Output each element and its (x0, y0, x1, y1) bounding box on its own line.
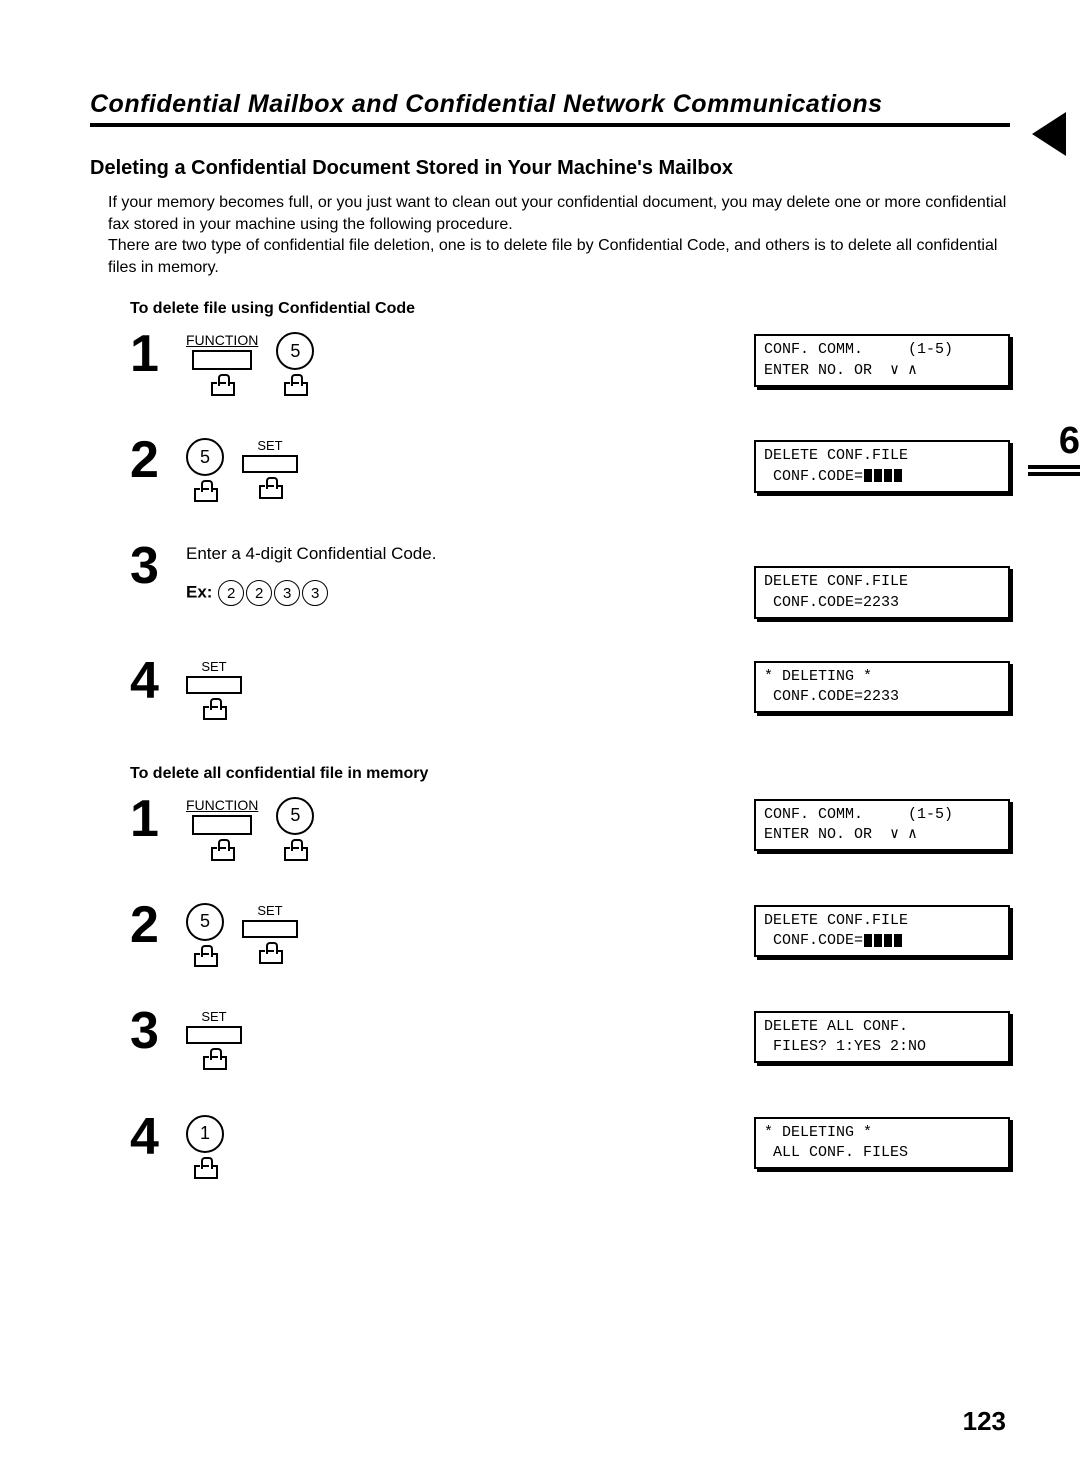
set-key: SET (186, 659, 242, 720)
press-icon (201, 1048, 227, 1070)
proc-a-step-4: 4 SET * DELETING * CONF.CODE=2233 (130, 655, 1010, 725)
step-number: 2 (130, 899, 186, 951)
step-number: 3 (130, 540, 186, 592)
step-number: 2 (130, 434, 186, 486)
proc-a-step-3: 3 Enter a 4-digit Confidential Code. Ex:… (130, 540, 1010, 619)
step-number: 1 (130, 328, 186, 380)
chapter-tab: 6 (1028, 420, 1080, 476)
step-number: 3 (130, 1005, 186, 1057)
press-icon (209, 839, 235, 861)
step-text: Enter a 4-digit Confidential Code. (186, 544, 566, 564)
digit-key-5: 5 (276, 797, 314, 861)
page-number: 123 (963, 1406, 1006, 1437)
example-line: Ex: 2233 (186, 580, 566, 606)
proc-a-step-2: 2 5 SET DELETE CONF.FILE CONF.CODE= (130, 434, 1010, 504)
lcd-display: CONF. COMM. (1-5) ENTER NO. OR ∨ ∧ (754, 334, 1010, 387)
digit-key-5: 5 (186, 903, 224, 967)
intro-paragraph-1: If your memory becomes full, or you just… (108, 192, 1010, 235)
lcd-display: DELETE CONF.FILE CONF.CODE=2233 (754, 566, 1010, 619)
lcd-display: * DELETING * CONF.CODE=2233 (754, 661, 1010, 714)
digit-key-5: 5 (186, 438, 224, 502)
section-title: Deleting a Confidential Document Stored … (90, 157, 1010, 180)
press-icon (192, 945, 218, 967)
press-icon (201, 698, 227, 720)
press-icon (257, 477, 283, 499)
press-icon (192, 1157, 218, 1179)
example-digit: 2 (246, 580, 272, 606)
header-rule (90, 123, 1010, 127)
example-digit: 3 (274, 580, 300, 606)
proc-b-step-4: 4 1 * DELETING * ALL CONF. FILES (130, 1111, 1010, 1181)
step-number: 1 (130, 793, 186, 845)
example-digit: 3 (302, 580, 328, 606)
lcd-display: * DELETING * ALL CONF. FILES (754, 1117, 1010, 1170)
proc-a-step-1: 1 FUNCTION 5 CONF. COMM. (1-5) ENTER NO.… (130, 328, 1010, 398)
digit-key-1: 1 (186, 1115, 224, 1179)
set-key: SET (242, 438, 298, 499)
press-icon (209, 374, 235, 396)
press-icon (257, 942, 283, 964)
digit-key-5: 5 (276, 332, 314, 396)
procedure-b-heading: To delete all confidential file in memor… (130, 765, 1010, 783)
function-key: FUNCTION (186, 332, 258, 396)
proc-b-step-2: 2 5 SET DELETE CONF.FILE CONF.CODE= (130, 899, 1010, 969)
procedure-a-heading: To delete file using Confidential Code (130, 300, 1010, 318)
page-header: Confidential Mailbox and Confidential Ne… (90, 90, 1010, 127)
header-arrow-icon (1032, 112, 1066, 156)
function-key: FUNCTION (186, 797, 258, 861)
code-placeholder-icon (863, 467, 903, 487)
press-icon (282, 839, 308, 861)
step-number: 4 (130, 655, 186, 707)
code-placeholder-icon (863, 931, 903, 951)
proc-b-step-3: 3 SET DELETE ALL CONF. FILES? 1:YES 2:NO (130, 1005, 1010, 1075)
lcd-display: DELETE CONF.FILE CONF.CODE= (754, 905, 1010, 958)
press-icon (282, 374, 308, 396)
header-title: Confidential Mailbox and Confidential Ne… (90, 90, 1010, 119)
step-number: 4 (130, 1111, 186, 1163)
set-key: SET (242, 903, 298, 964)
set-key: SET (186, 1009, 242, 1070)
intro-paragraph-2: There are two type of confidential file … (108, 235, 1010, 278)
example-digit: 2 (218, 580, 244, 606)
lcd-display: DELETE CONF.FILE CONF.CODE= (754, 440, 1010, 493)
proc-b-step-1: 1 FUNCTION 5 CONF. COMM. (1-5) ENTER NO.… (130, 793, 1010, 863)
press-icon (192, 480, 218, 502)
lcd-display: DELETE ALL CONF. FILES? 1:YES 2:NO (754, 1011, 1010, 1064)
lcd-display: CONF. COMM. (1-5) ENTER NO. OR ∨ ∧ (754, 799, 1010, 852)
